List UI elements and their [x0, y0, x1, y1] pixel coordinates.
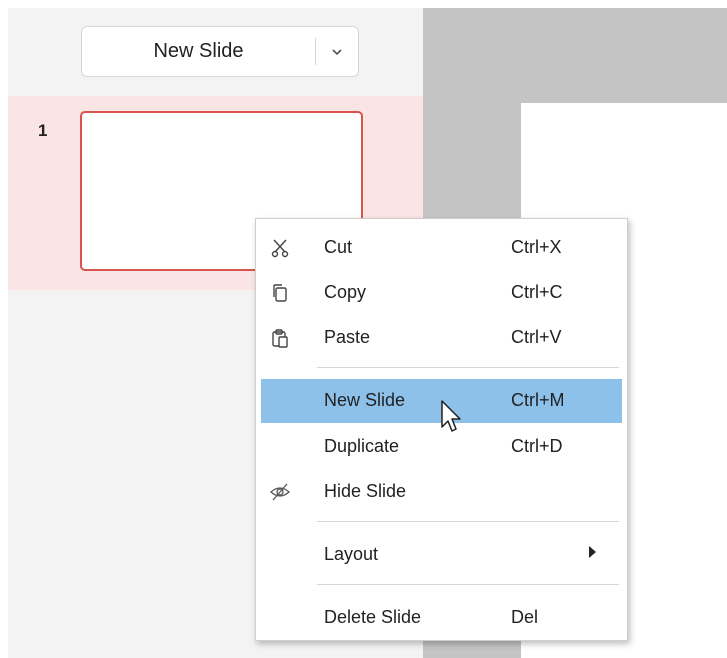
new-slide-button[interactable]: New Slide: [82, 27, 315, 76]
menu-item-shortcut: Ctrl+V: [511, 327, 562, 347]
menu-item-paste[interactable]: Paste Ctrl+V: [261, 316, 622, 360]
new-slide-split-button[interactable]: New Slide: [81, 26, 359, 77]
menu-item-shortcut: Ctrl+M: [511, 390, 565, 410]
menu-item-label: Paste: [324, 327, 371, 347]
menu-item-shortcut: Ctrl+C: [511, 282, 563, 302]
scissors-icon: [267, 236, 293, 260]
menu-separator: [317, 584, 619, 585]
menu-item-label: Copy: [324, 282, 367, 302]
menu-item-shortcut: Ctrl+X: [511, 237, 562, 257]
menu-item-label: New Slide: [324, 390, 406, 410]
menu-item-shortcut: Del: [511, 607, 539, 627]
mouse-cursor-icon: [441, 400, 465, 441]
menu-item-label: Duplicate: [324, 436, 400, 456]
slide-number: 1: [38, 121, 48, 140]
new-slide-dropdown-button[interactable]: [315, 38, 358, 65]
menu-separator: [317, 367, 619, 368]
menu-item-delete-slide[interactable]: Delete Slide Del: [261, 596, 622, 640]
eye-slash-icon: [267, 480, 293, 504]
menu-item-cut[interactable]: Cut Ctrl+X: [261, 226, 622, 270]
clipboard-icon: [267, 326, 293, 350]
chevron-down-icon: [332, 45, 342, 59]
menu-item-label: Cut: [324, 237, 353, 257]
menu-item-copy[interactable]: Copy Ctrl+C: [261, 271, 622, 315]
menu-separator: [317, 521, 619, 522]
menu-item-shortcut: Ctrl+D: [511, 436, 563, 456]
copy-icon: [267, 281, 293, 305]
menu-item-layout[interactable]: Layout: [261, 533, 622, 577]
menu-item-label: Delete Slide: [324, 607, 422, 627]
menu-item-hide-slide[interactable]: Hide Slide: [261, 470, 622, 514]
submenu-arrow-icon: [589, 546, 596, 561]
menu-item-label: Layout: [324, 544, 379, 564]
menu-item-label: Hide Slide: [324, 481, 407, 501]
